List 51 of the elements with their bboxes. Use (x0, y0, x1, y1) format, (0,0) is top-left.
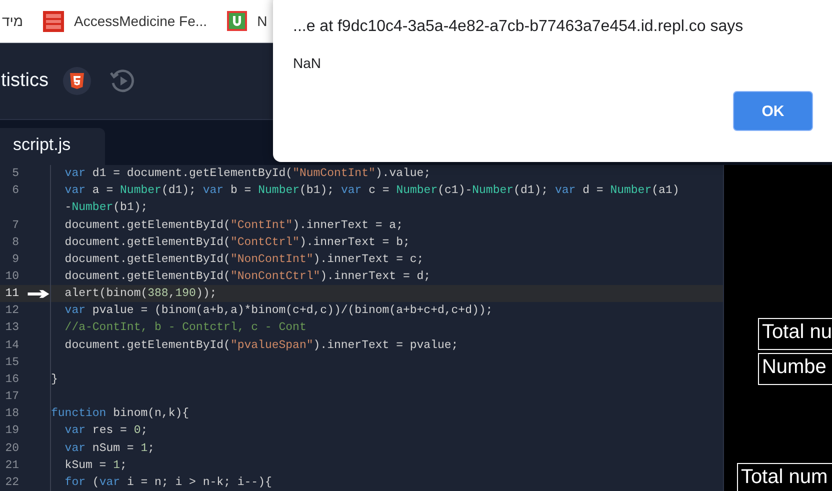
file-tab[interactable]: script.js (0, 128, 105, 165)
bookmark[interactable]: AccessMedicine Fe... (43, 10, 208, 32)
code-editor[interactable] (0, 165, 723, 491)
line-number: 15 (4, 356, 19, 369)
code-line: function binom(n,k){ (50, 405, 190, 422)
table-cell: Total num (736, 463, 832, 491)
code-line: var pvalue = (binom(a+b,a)*binom(c+d,c))/(binom(a+b+c+d,c+d)); (50, 302, 493, 320)
line-number: 19 (4, 424, 19, 438)
project-title: tistics (1, 70, 48, 92)
code-line: document.getElementById("pvalueSpan").innerText = pvalue; (50, 336, 458, 354)
history-icon[interactable] (108, 67, 136, 95)
u-logo-icon (227, 11, 248, 31)
code-line: document.getElementById("ContCtrl").innerText = b; (50, 234, 410, 251)
line-number: 22 (4, 476, 19, 489)
table-cell: Numbe (758, 353, 832, 385)
dialog-message: NaN (293, 55, 322, 71)
line-number: 13 (4, 321, 19, 334)
table-cell: Total nu (758, 318, 832, 350)
code-line: } (50, 370, 58, 388)
line-number: 16 (4, 372, 19, 386)
line-number: 8 (11, 236, 19, 249)
code-line: var a = Number(d1); var b = Number(b1); var c = Number(c1)-Number(d1); var d = Number(a1) (50, 182, 680, 200)
ok-button[interactable]: OK (733, 91, 813, 131)
line-number: 17 (4, 390, 19, 404)
code-line: kSum = 1; (50, 456, 127, 474)
code-line: document.getElementById("NonContInt").innerText = c; (50, 250, 424, 268)
line-number: 21 (4, 458, 19, 472)
bookmark[interactable]: מיד (2, 13, 24, 29)
code-line: var nSum = 1; (50, 440, 155, 457)
bookmark[interactable]: N (227, 11, 268, 31)
line-number: 6 (11, 184, 19, 198)
arrow-icon (27, 288, 50, 300)
line-number: 20 (4, 442, 19, 455)
code-line: -Number(b1); (50, 199, 148, 216)
line-number: 12 (4, 304, 19, 318)
code-line: var d1 = document.getElementById("NumContInt").value; (50, 165, 431, 182)
line-number: 9 (11, 252, 19, 266)
dialog-title: ...e at f9dc10c4-3a5a-4e82-a7cb-b77463a7e454.id.repl.co says (293, 18, 744, 36)
line-number: 5 (11, 167, 19, 180)
code-line: //a-ContInt, b - Contctrl, c - Cont (50, 319, 306, 337)
line-number: 10 (4, 270, 19, 284)
line-number: 7 (11, 218, 19, 232)
html5-icon (62, 67, 90, 95)
line-number: 14 (4, 338, 19, 352)
publisher-logo-icon (43, 10, 64, 32)
line-number: 18 (4, 407, 19, 420)
code-line: for (var i = n; i > n-k; i--){ (50, 474, 272, 491)
line-number: 11 (4, 287, 19, 300)
code-line: document.getElementById("ContInt").innerText = a; (50, 216, 403, 234)
code-line: var res = 0; (50, 422, 148, 440)
code-line: alert(binom(388,190)); (50, 285, 217, 302)
